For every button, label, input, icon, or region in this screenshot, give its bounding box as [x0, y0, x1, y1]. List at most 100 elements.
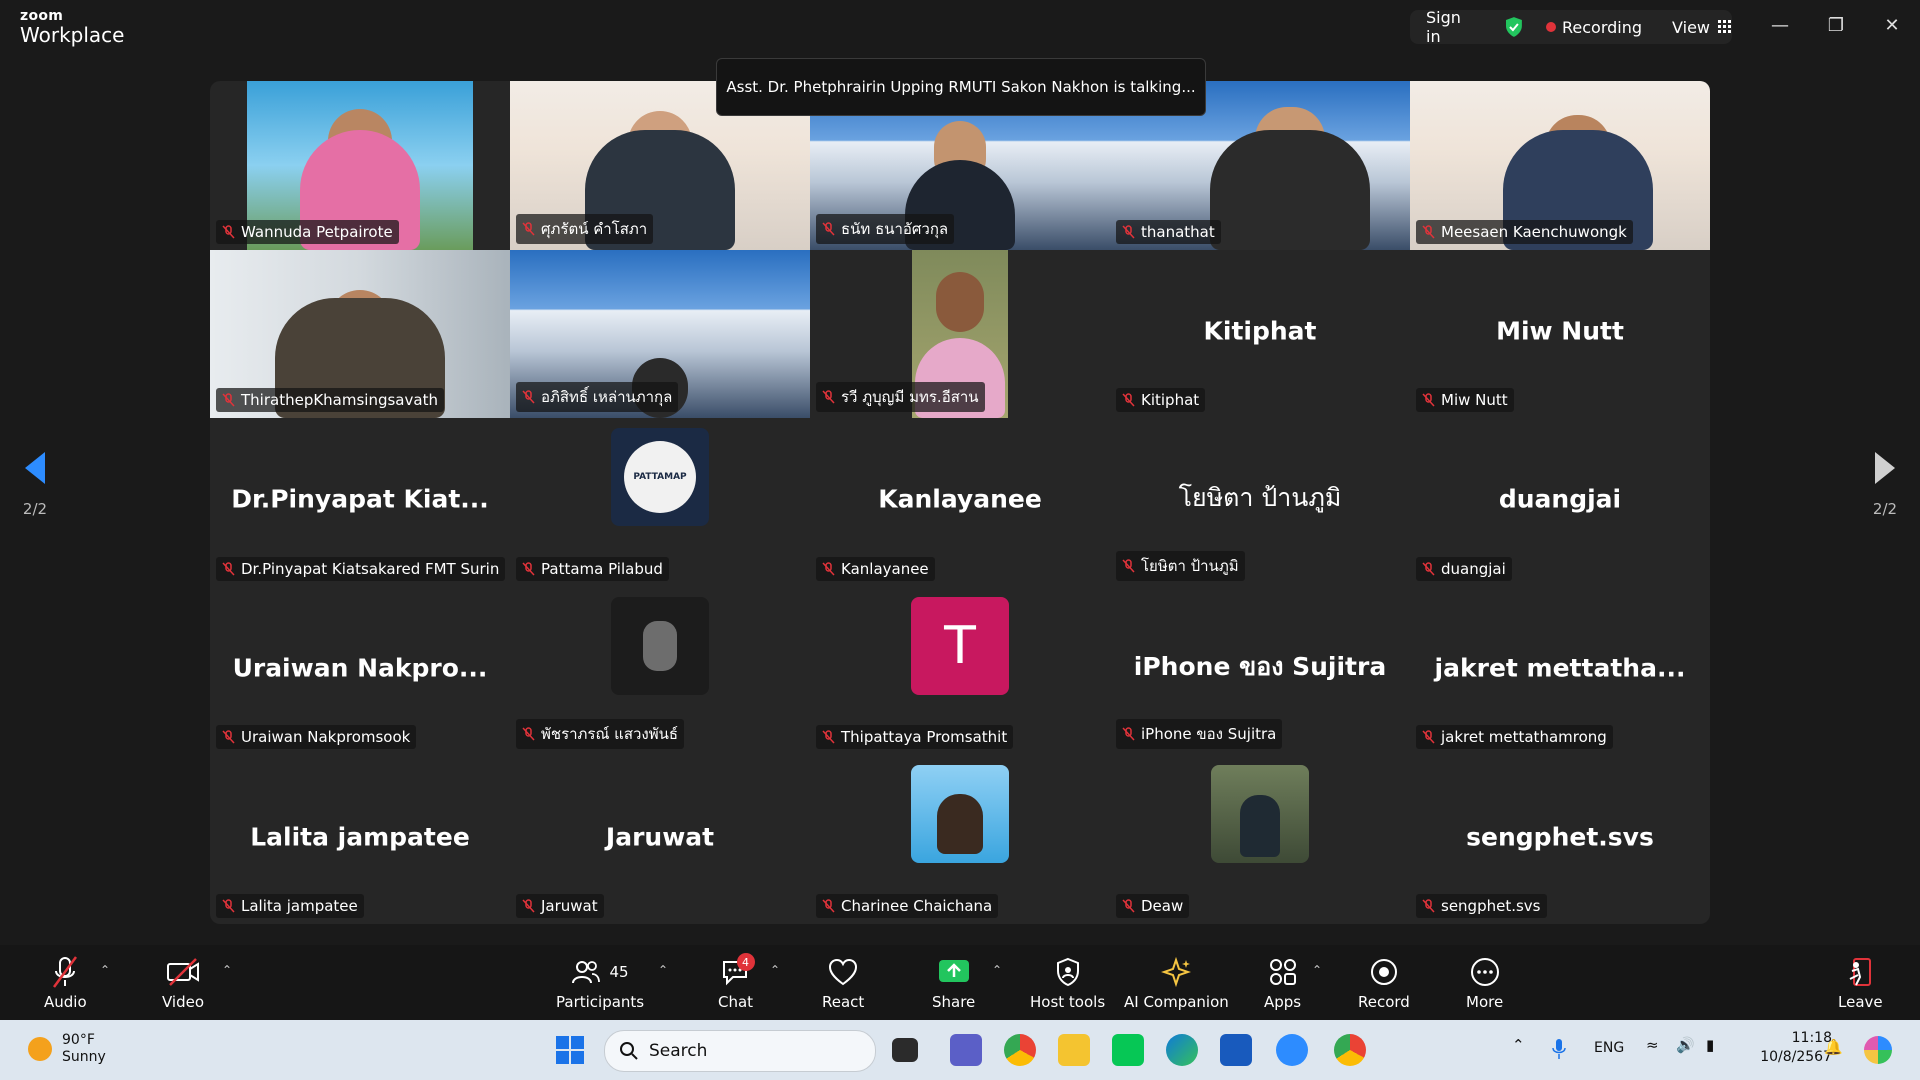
- participant-tile[interactable]: T Thipattaya Promsathit: [810, 587, 1110, 756]
- participant-name-tag: Meesaen Kaenchuwongk: [1416, 219, 1633, 244]
- mic-off-icon: [1422, 393, 1435, 407]
- participant-tile[interactable]: ThirathepKhamsingsavath: [210, 249, 510, 419]
- participant-tile[interactable]: Meesaen Kaenchuwongk: [1410, 81, 1710, 250]
- mic-off-icon: [822, 390, 835, 404]
- view-button[interactable]: View: [1672, 18, 1732, 37]
- share-button[interactable]: Share: [932, 955, 975, 1011]
- record-button[interactable]: Record: [1358, 955, 1410, 1011]
- title-bar: zoom Workplace Sign in Recording View — …: [0, 0, 1920, 56]
- participant-tile[interactable]: PATTAMAP Pattama Pilabud: [510, 418, 810, 587]
- participant-name: Deaw: [1141, 896, 1184, 915]
- participant-display-name: sengphet.svs: [1466, 822, 1654, 852]
- mic-off-icon: [522, 390, 535, 404]
- participant-name: Kitiphat: [1141, 391, 1200, 410]
- participant-tile[interactable]: Kitiphat Kitiphat: [1110, 250, 1410, 419]
- participant-tile[interactable]: Wannuda Petpairote: [210, 81, 510, 250]
- mic-off-icon: [222, 393, 235, 407]
- weather-widget[interactable]: 90°F Sunny: [28, 1032, 106, 1066]
- chat-options-caret-icon[interactable]: ⌃: [770, 963, 780, 977]
- leave-button[interactable]: Leave: [1838, 955, 1883, 1011]
- zoom-taskbar-icon[interactable]: [1276, 1034, 1308, 1066]
- more-button[interactable]: More: [1466, 955, 1503, 1011]
- participant-tile[interactable]: duangjai duangjai: [1410, 418, 1710, 587]
- participant-name-tag: อภิสิทธิ์ เหล่านภากุล: [516, 382, 679, 413]
- share-options-caret-icon[interactable]: ⌃: [992, 963, 1002, 977]
- mic-off-icon: [1122, 559, 1135, 573]
- participant-name-tag: Dr.Pinyapat Kiatsakared FMT Surin: [216, 556, 506, 581]
- participant-tile[interactable]: Deaw: [1110, 755, 1410, 924]
- notification-bell-icon[interactable]: 🔔: [1824, 1038, 1843, 1056]
- brand-small: zoom: [20, 8, 64, 24]
- participant-display-name: Miw Nutt: [1496, 316, 1624, 346]
- react-button[interactable]: React: [822, 955, 864, 1011]
- chat-label: Chat: [718, 993, 754, 1011]
- participant-tile[interactable]: Dr.Pinyapat Kiat... Dr.Pinyapat Kiatsaka…: [210, 418, 510, 587]
- participants-button[interactable]: 45 Participants: [556, 955, 644, 1011]
- system-clock[interactable]: 11:18 10/8/2567: [1760, 1029, 1832, 1067]
- mic-off-icon: [1422, 224, 1435, 239]
- battery-icon[interactable]: ▮: [1706, 1036, 1714, 1054]
- video-options-caret-icon[interactable]: ⌃: [222, 963, 232, 977]
- line-icon[interactable]: [1112, 1034, 1144, 1066]
- mic-off-icon: [822, 221, 835, 236]
- apps-button[interactable]: Apps: [1264, 955, 1301, 1011]
- participant-tile[interactable]: Miw Nutt Miw Nutt: [1410, 250, 1710, 419]
- participant-tile[interactable]: รวี ภูบุญมี มทร.อีสาน: [810, 249, 1110, 419]
- restore-icon[interactable]: ❐: [1808, 0, 1864, 50]
- copilot-icon[interactable]: [1864, 1036, 1892, 1064]
- tray-overflow-icon[interactable]: ⌃: [1512, 1036, 1525, 1054]
- audio-label: Audio: [44, 993, 87, 1011]
- word-icon[interactable]: [1220, 1034, 1252, 1066]
- task-view-icon[interactable]: [892, 1038, 918, 1062]
- next-page-nav[interactable]: 2/2: [1850, 450, 1920, 518]
- video-label: Video: [162, 993, 205, 1011]
- participant-name-tag: ศุภรัตน์ คำโสภา: [516, 213, 654, 244]
- participant-tile[interactable]: jakret mettatha... jakret mettathamrong: [1410, 587, 1710, 756]
- participant-name-tag: ธนัท ธนาอัศวกุล: [816, 213, 955, 244]
- volume-icon[interactable]: 🔊: [1676, 1036, 1695, 1054]
- mic-off-icon: [822, 899, 835, 913]
- participant-tile[interactable]: Jaruwat Jaruwat: [510, 755, 810, 924]
- participant-tile[interactable]: โยษิตา ป้านภูมิ โยษิตา ป้านภูมิ: [1110, 418, 1410, 587]
- video-button[interactable]: Video: [162, 955, 204, 1011]
- mic-off-icon: [1122, 393, 1135, 407]
- host-tools-button[interactable]: Host tools: [1030, 955, 1105, 1011]
- close-icon[interactable]: ✕: [1864, 0, 1920, 50]
- recording-status[interactable]: Recording: [1562, 18, 1642, 37]
- participant-name-tag: Pattama Pilabud: [516, 556, 669, 581]
- participant-tile[interactable]: Lalita jampatee Lalita jampatee: [210, 755, 510, 924]
- audio-options-caret-icon[interactable]: ⌃: [100, 963, 110, 977]
- participant-tile[interactable]: iPhone ของ Sujitra iPhone ของ Sujitra: [1110, 587, 1410, 756]
- ai-companion-button[interactable]: AI Companion: [1124, 955, 1229, 1011]
- audio-button[interactable]: Audio: [44, 955, 87, 1011]
- wifi-icon[interactable]: ≈: [1646, 1036, 1659, 1054]
- chrome-profile-icon[interactable]: [1334, 1034, 1366, 1066]
- participants-options-caret-icon[interactable]: ⌃: [658, 963, 668, 977]
- app-brand: zoom Workplace: [20, 9, 124, 45]
- security-shield-icon[interactable]: [1504, 16, 1524, 38]
- participant-tile[interactable]: Charinee Chaichana: [810, 755, 1110, 924]
- chat-button[interactable]: 4 Chat: [718, 953, 755, 1011]
- windows-start-icon[interactable]: [556, 1036, 584, 1064]
- edge-icon[interactable]: [1166, 1034, 1198, 1066]
- sign-in-button[interactable]: Sign in: [1426, 8, 1480, 46]
- participant-tile[interactable]: Uraiwan Nakpro... Uraiwan Nakpromsook: [210, 587, 510, 756]
- participant-display-name: duangjai: [1498, 485, 1622, 515]
- microphone-tray-icon[interactable]: [1552, 1038, 1566, 1060]
- participant-name: jakret mettathamrong: [1441, 728, 1607, 747]
- apps-options-caret-icon[interactable]: ⌃: [1312, 963, 1322, 977]
- participant-tile[interactable]: Kanlayanee Kanlayanee: [810, 418, 1110, 587]
- participant-tile[interactable]: พัชราภรณ์ แสวงพันธ์: [510, 587, 810, 756]
- language-indicator[interactable]: ENG: [1594, 1040, 1624, 1056]
- teams-icon[interactable]: [950, 1034, 982, 1066]
- participant-tile[interactable]: อภิสิทธิ์ เหล่านภากุล: [510, 249, 810, 419]
- file-explorer-icon[interactable]: [1058, 1034, 1090, 1066]
- mic-off-icon: [1422, 562, 1435, 576]
- chrome-icon[interactable]: [1004, 1034, 1036, 1066]
- participant-tile[interactable]: sengphet.svs sengphet.svs: [1410, 755, 1710, 924]
- taskbar-search[interactable]: Search: [604, 1030, 876, 1072]
- grid-view-icon: [1718, 20, 1731, 33]
- previous-page-nav[interactable]: 2/2: [0, 450, 70, 518]
- mic-off-icon: [1122, 727, 1135, 741]
- minimize-icon[interactable]: —: [1752, 0, 1808, 50]
